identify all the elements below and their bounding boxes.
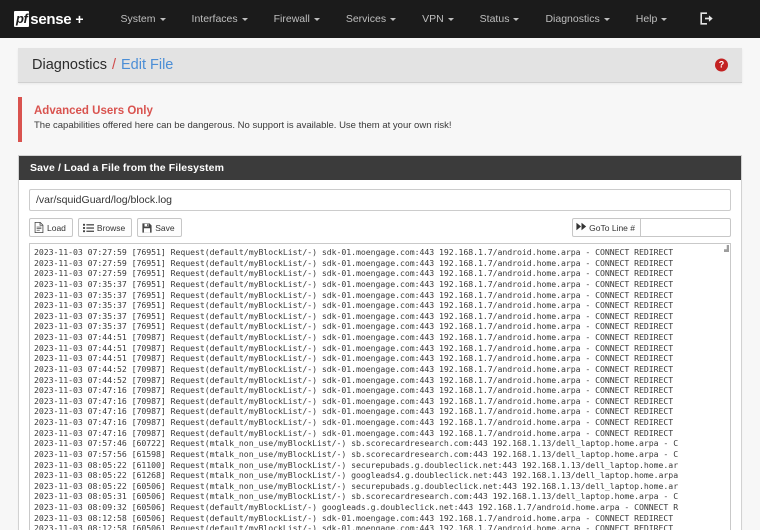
log-line: 2023-11-03 08:12:58 [60506] Request(defa…	[34, 512, 674, 523]
goto-line-group: GoTo Line #	[572, 218, 731, 237]
chevron-down-icon	[513, 17, 520, 21]
nav-item-status[interactable]: Status	[467, 7, 533, 31]
pfsense-logo[interactable]: pf sense +	[14, 11, 84, 28]
log-line: 2023-11-03 08:12:58 [60506] Request(defa…	[34, 523, 674, 530]
nav-label-system: System	[120, 13, 156, 25]
log-line: 2023-11-03 07:57:56 [61598] Request(mtal…	[34, 448, 679, 459]
file-path-input[interactable]	[29, 189, 731, 211]
page-container: Diagnostics / Edit File ? Advanced Users…	[0, 48, 760, 530]
alert-body: The capabilities offered here can be dan…	[34, 120, 452, 131]
log-line: 2023-11-03 07:44:52 [70987] Request(defa…	[34, 374, 674, 385]
brand-pf-mark: pf	[14, 11, 30, 27]
browse-button-label: Browse	[96, 222, 126, 233]
log-line: 2023-11-03 07:47:16 [70987] Request(defa…	[34, 385, 674, 396]
log-line: 2023-11-03 07:44:51 [70987] Request(defa…	[34, 332, 674, 342]
fast-forward-icon	[576, 222, 587, 233]
breadcrumb-separator: /	[111, 57, 116, 73]
nav-item-vpn[interactable]: VPN	[409, 7, 467, 31]
chevron-down-icon	[603, 17, 610, 21]
log-line: 2023-11-03 08:05:22 [61100] Request(mtal…	[34, 459, 679, 470]
log-line: 2023-11-03 07:27:59 [76951] Request(defa…	[34, 247, 674, 257]
file-action-toolbar: Load Browse Save GoTo Line #	[29, 218, 731, 237]
nav-label-interfaces: Interfaces	[191, 13, 238, 25]
goto-line-button[interactable]: GoTo Line #	[572, 218, 641, 237]
nav-item-help[interactable]: Help	[623, 7, 681, 31]
chevron-down-icon	[159, 17, 166, 21]
chevron-down-icon	[313, 17, 320, 21]
breadcrumb: Diagnostics / Edit File ?	[18, 48, 742, 83]
log-line: 2023-11-03 07:35:37 [76951] Request(defa…	[34, 310, 674, 321]
log-line: 2023-11-03 07:57:46 [60722] Request(mtal…	[34, 438, 679, 449]
chevron-down-icon	[390, 17, 397, 21]
list-icon	[82, 223, 94, 233]
floppy-disk-icon	[142, 222, 152, 233]
log-line: 2023-11-03 08:09:32 [60506] Request(defa…	[34, 502, 679, 512]
save-button[interactable]: Save	[137, 218, 182, 237]
load-button-label: Load	[47, 222, 66, 233]
goto-line-input[interactable]	[641, 218, 731, 237]
nav-item-services[interactable]: Services	[333, 7, 409, 31]
file-content-textarea[interactable]: 2023-11-03 07:27:59 [76951] Request(defa…	[29, 243, 731, 530]
log-line: 2023-11-03 07:44:51 [70987] Request(defa…	[34, 342, 674, 353]
save-load-panel: Save / Load a File from the Filesystem /…	[18, 155, 742, 530]
chevron-down-icon	[241, 17, 248, 21]
panel-title: Save / Load a File from the Filesystem	[19, 156, 741, 180]
breadcrumb-current[interactable]: Edit File	[121, 57, 173, 73]
nav-menu: System Interfaces Firewall Services VPN …	[108, 7, 681, 31]
nav-label-status: Status	[479, 13, 510, 25]
breadcrumb-parent[interactable]: Diagnostics	[32, 57, 107, 73]
log-line: 2023-11-03 08:05:22 [60506] Request(mtal…	[34, 480, 679, 491]
advanced-users-alert: Advanced Users Only The capabilities off…	[18, 97, 742, 142]
log-line: 2023-11-03 07:44:52 [70987] Request(defa…	[34, 363, 674, 374]
log-line: 2023-11-03 08:05:22 [61268] Request(mtal…	[34, 470, 679, 481]
log-line: 2023-11-03 07:35:37 [76951] Request(defa…	[34, 278, 674, 289]
alert-title: Advanced Users Only	[34, 105, 153, 117]
log-line: 2023-11-03 07:44:51 [70987] Request(defa…	[34, 353, 674, 364]
nav-item-system[interactable]: System	[108, 7, 179, 31]
panel-body: Load Browse	[19, 180, 741, 530]
log-line: 2023-11-03 07:27:59 [76951] Request(defa…	[34, 268, 674, 279]
log-line: 2023-11-03 07:35:37 [76951] Request(defa…	[34, 289, 674, 300]
brand-plus-text: +	[75, 11, 84, 27]
nav-label-services: Services	[345, 13, 387, 25]
log-line: 2023-11-03 07:47:16 [70987] Request(defa…	[34, 417, 674, 427]
nav-item-firewall[interactable]: Firewall	[261, 7, 333, 31]
chevron-down-icon	[447, 17, 454, 21]
question-mark-icon[interactable]: ?	[715, 58, 728, 72]
log-line: 2023-11-03 07:47:16 [70987] Request(defa…	[34, 395, 674, 406]
nav-label-diagnostics: Diagnostics	[545, 13, 600, 25]
brand-sense-text: sense	[30, 10, 72, 28]
save-button-label: Save	[155, 222, 175, 233]
log-line: 2023-11-03 08:05:31 [60506] Request(mtal…	[34, 491, 679, 502]
browse-button[interactable]: Browse	[77, 218, 133, 237]
file-content-lines: 2023-11-03 07:27:59 [76951] Request(defa…	[34, 247, 730, 530]
load-button[interactable]: Load	[29, 218, 73, 237]
nav-item-interfaces[interactable]: Interfaces	[179, 7, 261, 31]
log-line: 2023-11-03 07:35:37 [76951] Request(defa…	[34, 321, 674, 332]
nav-label-vpn: VPN	[422, 13, 444, 25]
log-line: 2023-11-03 07:47:16 [70987] Request(defa…	[34, 427, 674, 438]
log-line: 2023-11-03 07:35:37 [76951] Request(defa…	[34, 300, 674, 311]
nav-item-diagnostics[interactable]: Diagnostics	[532, 7, 622, 31]
top-navbar: pf sense + System Interfaces Firewall Se…	[0, 0, 760, 38]
logout-icon[interactable]	[699, 11, 714, 31]
log-line: 2023-11-03 07:47:16 [70987] Request(defa…	[34, 406, 674, 417]
nav-label-help: Help	[635, 13, 658, 25]
nav-label-firewall: Firewall	[273, 13, 310, 25]
chevron-down-icon	[661, 17, 668, 21]
file-icon	[34, 222, 44, 233]
log-line: 2023-11-03 07:27:59 [76951] Request(defa…	[34, 257, 674, 268]
goto-line-label: GoTo Line #	[589, 222, 635, 233]
